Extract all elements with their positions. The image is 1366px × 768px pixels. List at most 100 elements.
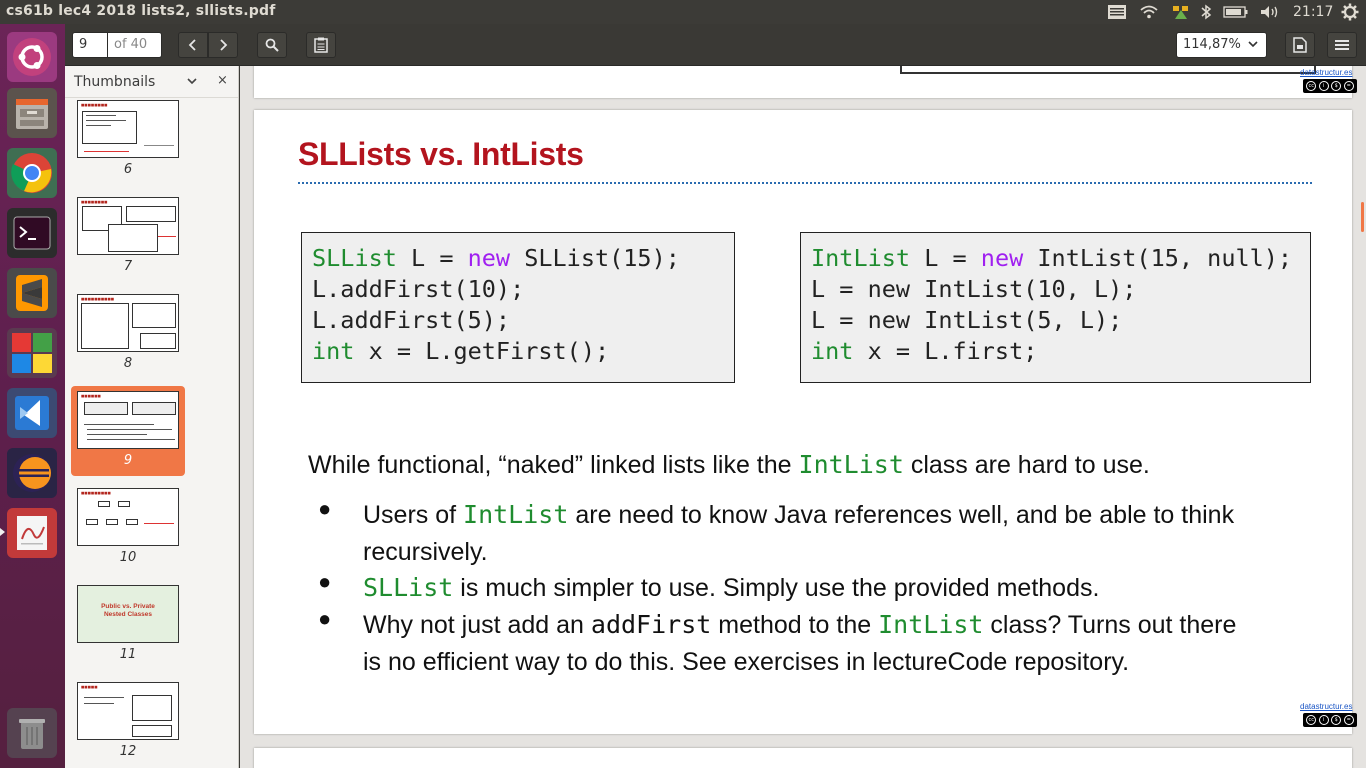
clock[interactable]: 21:17 <box>1293 4 1333 20</box>
previous-page-button[interactable] <box>178 32 208 58</box>
code-token: new <box>467 244 511 272</box>
keyboard-icon[interactable] <box>1106 2 1128 22</box>
next-page <box>254 748 1352 768</box>
code-token: IntList(15, null); <box>1023 244 1293 272</box>
thumbnail-page-9[interactable]: ■■■■■■ <box>77 391 179 449</box>
search-icon <box>265 38 279 52</box>
libreoffice-icon[interactable] <box>7 328 57 378</box>
thumbnail-page-10[interactable]: ■■■■■■■■■ <box>77 488 179 546</box>
code-token: SLList(15); <box>510 244 680 272</box>
code-line: L = new IntList(5, L); <box>811 306 1123 334</box>
zoom-level-select[interactable]: 114,87% <box>1176 32 1267 58</box>
footer-link[interactable]: datastructur.es <box>1300 68 1352 77</box>
scrollbar-indicator[interactable] <box>1361 202 1364 232</box>
thumbnail-page-6[interactable]: ■■■■■■■■ <box>77 100 179 158</box>
code-token: x = L.first; <box>853 337 1038 365</box>
bullet-dot: ● <box>318 496 332 521</box>
text-span: class? Turns out there <box>983 611 1237 639</box>
previous-page-box <box>900 66 1316 74</box>
menu-button[interactable] <box>1327 32 1357 58</box>
trash-icon[interactable] <box>7 708 57 758</box>
document-viewer-icon[interactable] <box>7 508 57 558</box>
text-span: are need to know Java references well, a… <box>568 501 1235 529</box>
terminal-icon[interactable] <box>7 208 57 258</box>
thumbnail-label: 10 <box>119 550 137 565</box>
code-line: L.addFirst(10); <box>312 275 525 303</box>
thumbnail-label: 9 <box>123 453 133 468</box>
code-token: L = <box>910 244 981 272</box>
sidebar-title: Thumbnails <box>74 74 156 90</box>
code-token: int <box>811 337 854 365</box>
text-span: is much simpler to use. Simply use the p… <box>453 574 1100 602</box>
thumbnail-page-8[interactable]: ■■■■■■■■■■ <box>77 294 179 352</box>
chevron-down-icon[interactable] <box>187 78 197 86</box>
settings-gear-icon[interactable] <box>1339 2 1361 22</box>
text-span: recursively. <box>363 538 488 566</box>
text-span: method to the <box>711 611 879 639</box>
chrome-icon[interactable] <box>7 148 57 198</box>
bullet-text: Why not just add an addFirst method to t… <box>363 606 1236 681</box>
creative-commons-badge: cc i $ = <box>1303 79 1357 93</box>
next-page-button[interactable] <box>208 32 238 58</box>
bullet-item: ● Why not just add an addFirst method to… <box>318 606 1348 680</box>
thumbnail-label: 11 <box>119 647 137 662</box>
code-span: IntList <box>798 450 904 479</box>
files-icon[interactable] <box>7 88 57 138</box>
code-span: addFirst <box>590 610 712 639</box>
page-count-label: of 40 <box>108 32 162 58</box>
code-token: x = L.getFirst(); <box>354 337 610 365</box>
code-line: L.addFirst(5); <box>312 306 511 334</box>
thumbnail-label: 8 <box>123 356 133 371</box>
window-title: cs61b lec4 2018 lists2, sllists.pdf <box>6 3 276 19</box>
thumbnail-label: 6 <box>123 162 133 177</box>
thumbnails-sidebar: Thumbnails × ■■■■■■■■ 6 ■■■■■■■■ 7 ■■■■■… <box>65 66 239 768</box>
text-span: Users of <box>363 501 464 529</box>
thumbnail-label: 7 <box>123 259 133 274</box>
clipboard-icon <box>314 37 328 53</box>
slide-page: SLLists vs. IntLists SLList L = new SLLi… <box>254 110 1357 734</box>
creative-commons-badge: cc i $ = <box>1303 713 1357 727</box>
text-span: is no efficient way to do this. See exer… <box>363 648 1130 676</box>
code-token: L = <box>396 244 468 272</box>
annotations-button[interactable] <box>306 32 336 58</box>
code-token: IntList <box>811 244 911 272</box>
page-number-input[interactable]: 9 <box>72 32 108 58</box>
document-icon <box>1293 37 1307 53</box>
bullet-item: ● Users of IntList are need to know Java… <box>318 496 1318 570</box>
text-span: While functional, “naked” linked lists l… <box>308 451 799 479</box>
sublime-text-icon[interactable] <box>7 268 57 318</box>
thumbnail-page-7[interactable]: ■■■■■■■■ <box>77 197 179 255</box>
close-sidebar-icon[interactable]: × <box>217 73 228 88</box>
document-properties-button[interactable] <box>1285 32 1315 58</box>
code-token: new <box>980 244 1024 272</box>
battery-icon[interactable] <box>1222 2 1250 22</box>
text-span: Why not just add an <box>363 611 591 639</box>
volume-icon[interactable] <box>1258 2 1282 22</box>
code-span: SLList <box>363 573 454 602</box>
vscode-icon[interactable] <box>7 388 57 438</box>
title-divider <box>298 182 1312 184</box>
updates-icon[interactable] <box>1170 2 1192 22</box>
bluetooth-icon[interactable] <box>1197 2 1215 22</box>
bullet-text: SLList is much simpler to use. Simply us… <box>363 569 1099 607</box>
document-view[interactable]: datastructur.es cc i $ = SLLists vs. IntLis… <box>240 66 1366 768</box>
wifi-icon[interactable] <box>1138 2 1160 22</box>
bullet-dot: ● <box>318 569 332 594</box>
system-top-bar: cs61b lec4 2018 lists2, sllists.pdf 21:1… <box>0 0 1366 24</box>
thumbnail-page-11-text: Public vs. Private Nested Classes <box>101 603 155 618</box>
code-span: IntList <box>878 610 984 639</box>
slide-title: SLLists vs. IntLists <box>298 136 584 172</box>
chevron-down-icon <box>1248 41 1258 48</box>
thumbnail-page-11[interactable]: Public vs. Private Nested Classes <box>77 585 179 643</box>
ubuntu-dash-icon[interactable] <box>7 32 57 82</box>
hamburger-menu-icon <box>1335 40 1349 50</box>
code-span: IntList <box>463 500 569 529</box>
thumbnail-page-12[interactable]: ■■■■■ <box>77 682 179 740</box>
eclipse-icon[interactable] <box>7 448 57 498</box>
sidebar-header: Thumbnails × <box>65 66 238 98</box>
footer-link[interactable]: datastructur.es <box>1300 702 1352 711</box>
zoom-level-value: 114,87% <box>1183 37 1241 52</box>
search-button[interactable] <box>257 32 287 58</box>
launcher <box>0 24 65 768</box>
code-token: SLList <box>312 244 397 272</box>
